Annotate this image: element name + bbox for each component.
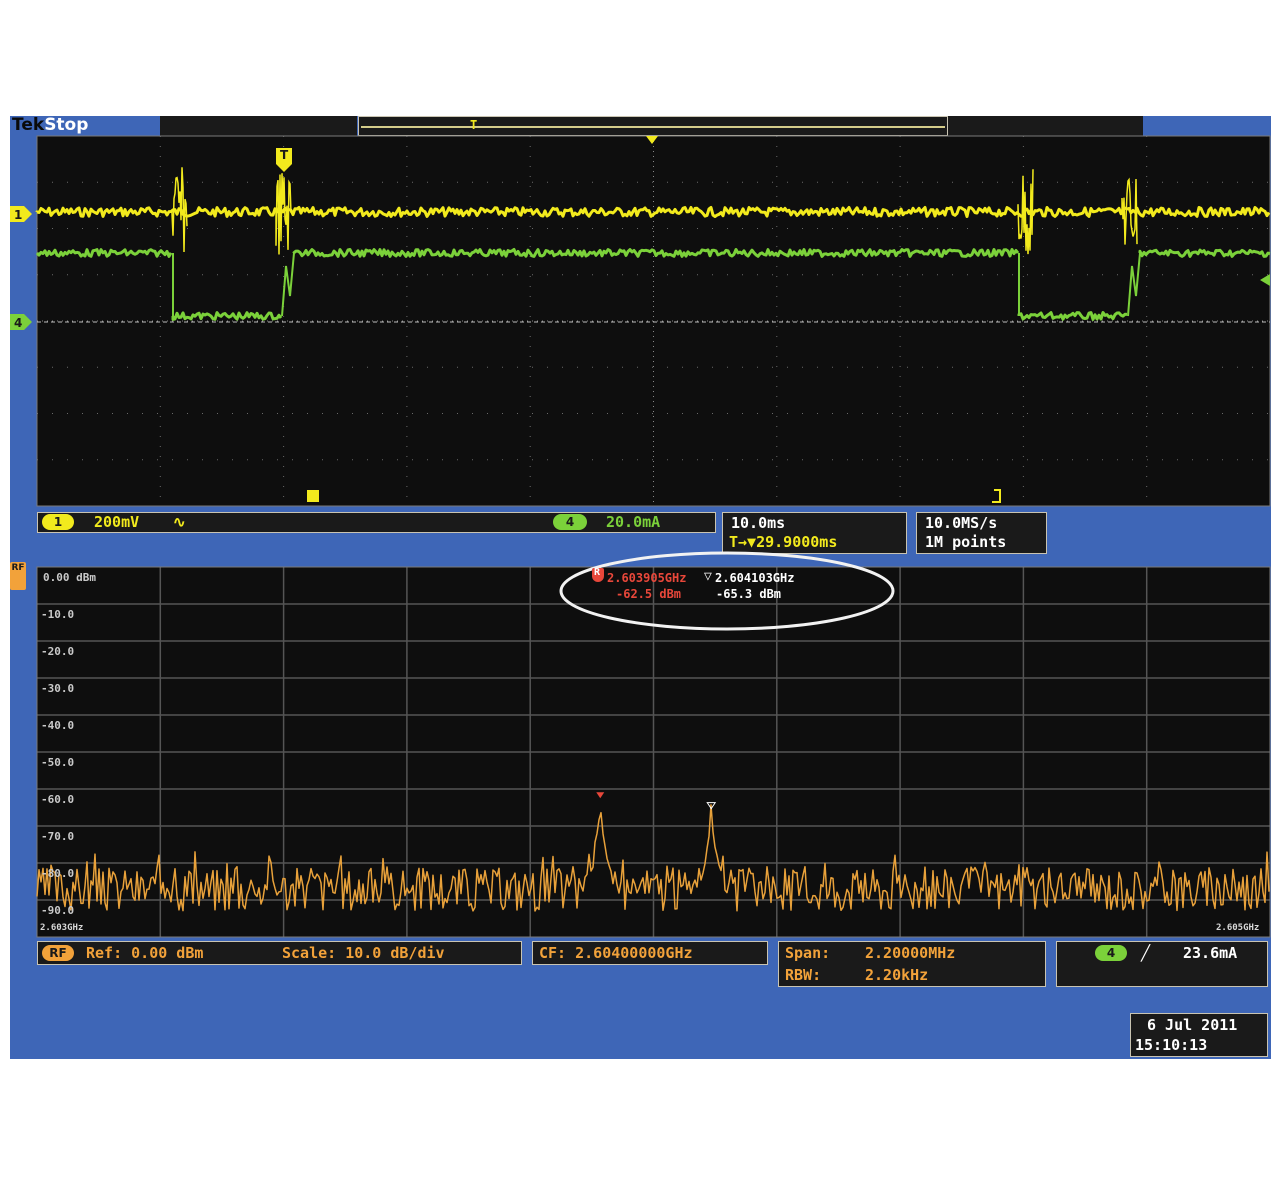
trigger-slope-icon: ╱ [1141,944,1151,962]
reference-marker-symbol: R [594,567,601,578]
delta-marker-frequency[interactable]: 2.604103GHz [715,571,794,585]
span-rbw-readout[interactable]: Span: 2.20000MHz RBW: 2.20kHz [778,941,1046,987]
oscilloscope-screen: T TekStop 1 4 T 1 200mV ∿ 4 20.0mA 10.0m… [10,116,1271,1059]
trigger-source-badge[interactable]: 4 [1095,945,1127,961]
spectrum-start-freq: 2.603GHz [40,923,84,933]
y-axis-label: -90.0 [41,904,75,917]
y-axis-label: -70.0 [41,830,75,843]
center-frequency-readout[interactable]: CF: 2.60400000GHz [532,941,768,965]
vertical-scale[interactable]: Scale: 10.0 dB/div [282,944,445,962]
span-value[interactable]: 2.20000MHz [865,944,955,962]
span-label: Span: [785,944,831,962]
delta-marker-icon: ▽ [704,569,712,584]
trigger-level[interactable]: 23.6mA [1183,944,1237,962]
time: 15:10:13 [1135,1036,1208,1054]
rbw-value[interactable]: 2.20kHz [865,966,928,984]
y-axis-label: -50.0 [41,756,75,769]
reference-marker-icon: R [592,567,604,582]
rf-badge[interactable]: RF [42,945,74,961]
rbw-label: RBW: [785,966,822,984]
reference-marker-amplitude[interactable]: -62.5 dBm [616,587,681,601]
reference-marker-frequency[interactable]: 2.603905GHz [607,571,686,585]
spectrum-stop-freq: 2.605GHz [1216,923,1260,933]
y-axis-label: -60.0 [41,793,75,806]
y-axis-label: -40.0 [41,719,75,732]
y-axis-label: -10.0 [41,608,75,621]
rf-reference-readout[interactable]: RF Ref: 0.00 dBm Scale: 10.0 dB/div [37,941,522,965]
delta-marker-amplitude[interactable]: -65.3 dBm [716,587,781,601]
trigger-readout[interactable]: 4 ╱ 23.6mA [1056,941,1268,987]
datetime-readout: 6 Jul 2011 15:10:13 [1130,1013,1268,1057]
date: 6 Jul 2011 [1147,1016,1238,1034]
reference-level[interactable]: Ref: 0.00 dBm [86,944,203,962]
y-axis-label: -30.0 [41,682,75,695]
center-frequency[interactable]: CF: 2.60400000GHz [539,944,693,962]
y-axis-label: -80.0 [41,867,75,880]
y-axis-label: -20.0 [41,645,75,658]
y-axis-label: 0.00 dBm [43,571,96,584]
